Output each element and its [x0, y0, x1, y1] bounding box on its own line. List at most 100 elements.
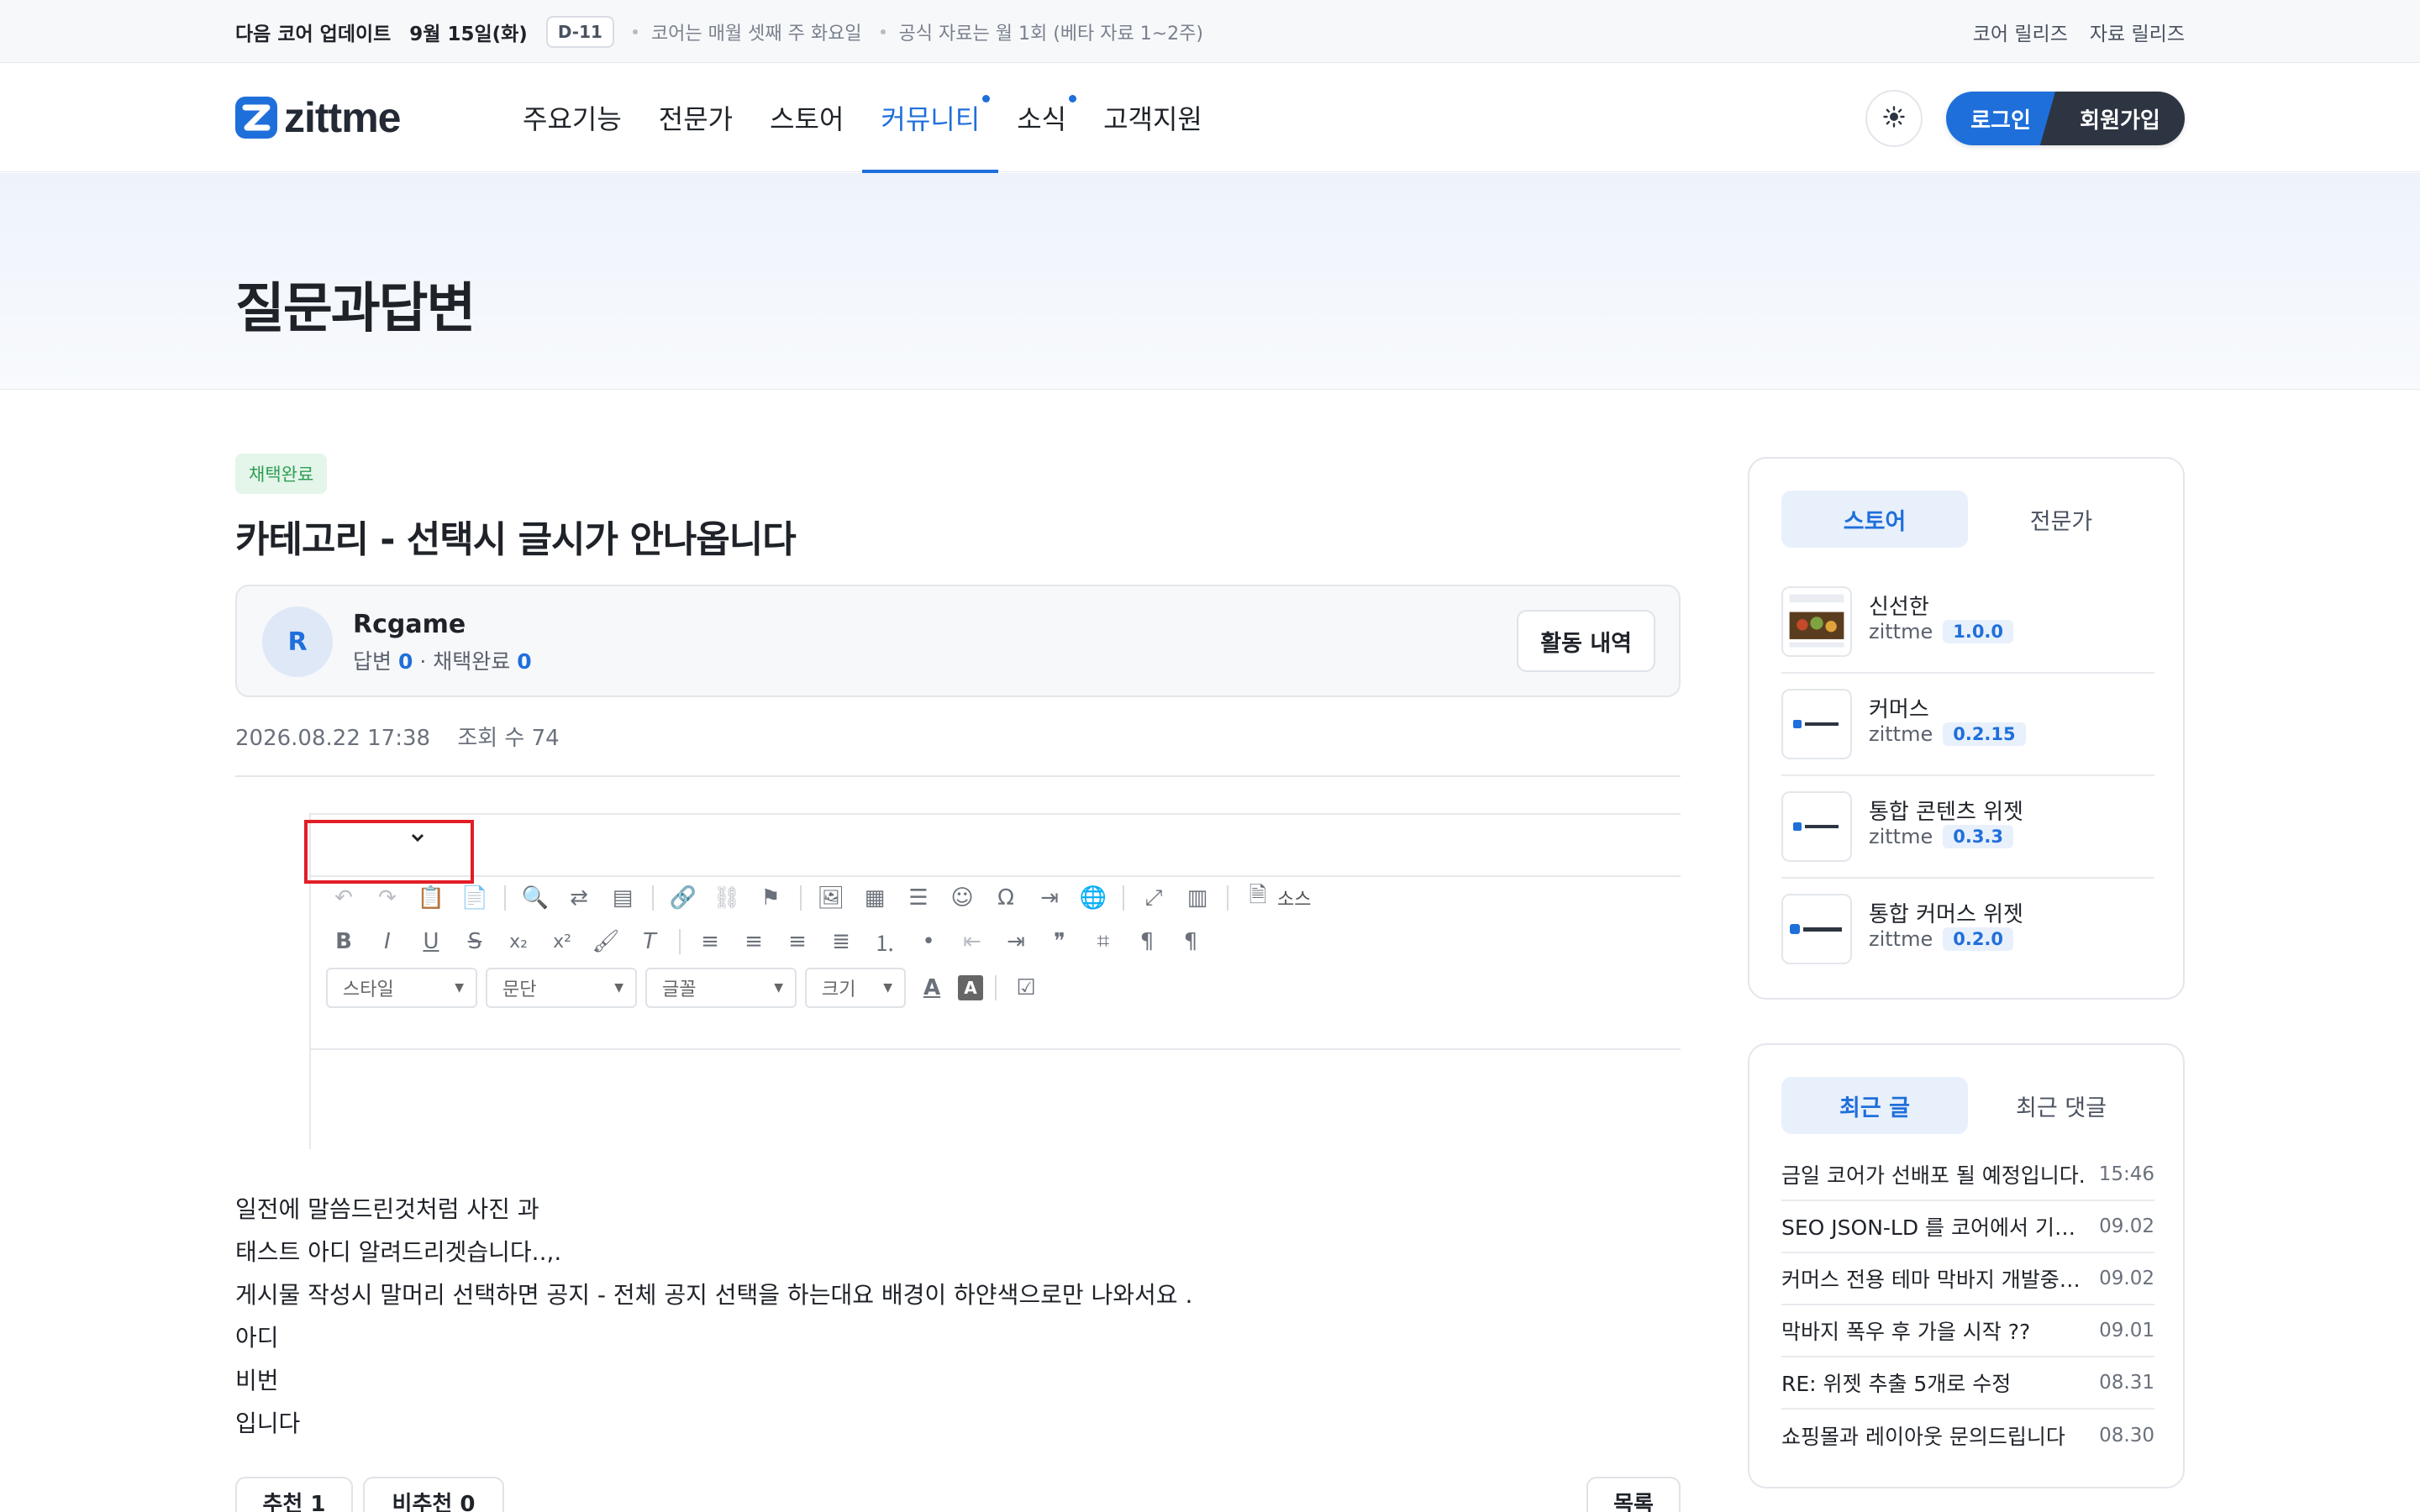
indent-icon: ⇥: [1007, 929, 1025, 954]
store-item[interactable]: 신선한 zittme 1.0.0: [1781, 571, 2154, 674]
list-item[interactable]: 쇼핑몰과 레이아웃 문의드립니다 08.30: [1781, 1410, 2154, 1462]
site-logo[interactable]: zittme: [235, 93, 401, 142]
nav-community[interactable]: 커뮤니티: [862, 63, 998, 173]
superscript-icon: x²: [553, 931, 571, 953]
logo-text: zittme: [284, 94, 401, 141]
list-item[interactable]: SEO JSON-LD 를 코어에서 기능 추가 09.02: [1781, 1201, 2154, 1253]
avatar[interactable]: R: [262, 606, 333, 677]
editor-toolbar-row-2: B I U S x₂ x² 🖌 T ≡ ≡ ≡ ≣ ⒈ • ⇤ ⇥ ❞ ⌗ ¶ …: [326, 924, 1208, 959]
page-title: 질문과답변: [235, 278, 476, 340]
format-painter-icon: 🖌: [592, 929, 620, 954]
body-line: 일전에 말씀드린것처럼 사진 과: [235, 1195, 539, 1223]
bullet-icon: [880, 29, 886, 34]
numbered-list-icon: ⒈: [873, 931, 896, 957]
update-label: 다음 코어 업데이트: [235, 23, 392, 45]
author-card: R Rcgame 답변 0 · 채택완료 0 활동 내역: [235, 585, 1681, 697]
store-item-author: zittme: [1869, 927, 1933, 951]
release-links: 코어 릴리즈 자료 릴리즈: [1973, 18, 2185, 46]
background-color-icon: A: [958, 975, 983, 1000]
align-right-icon: ≡: [788, 929, 807, 954]
store-tabs: 스토어 전문가: [1781, 491, 2154, 548]
clear-format-icon: T: [643, 929, 656, 954]
list-item[interactable]: RE: 위젯 추출 5개로 수정 08.31: [1781, 1357, 2154, 1410]
blockquote-icon: ❞: [1054, 929, 1065, 954]
logo-z-icon: [235, 93, 277, 142]
body-line: 입니다: [235, 1410, 301, 1437]
anchor-flag-icon: ⚑: [760, 885, 781, 911]
bold-icon: B: [335, 929, 352, 954]
vote-row: 추천 1 비추천 0 목록: [235, 1477, 1681, 1512]
outdent-icon: ⇤: [963, 929, 981, 954]
table-icon: ▦: [864, 885, 886, 911]
recent-post-date: 15:46: [2098, 1163, 2154, 1185]
update-note-core: 코어는 매월 셋째 주 화요일: [650, 23, 862, 45]
post-meta: 2026.08.22 17:38 조회 수 74: [235, 721, 560, 752]
auth-buttons: 로그인 회원가입: [1946, 92, 2185, 145]
nav-features[interactable]: 주요기능: [504, 63, 640, 172]
emoji-icon: ☺: [950, 885, 974, 911]
store-item-name: 신선한: [1869, 595, 1929, 620]
store-item[interactable]: 커머스 zittme 0.2.15: [1781, 674, 2154, 776]
editor-toolbar-row-3: 스타일 ▼ 문단 ▼ 글꼴 ▼ 크기 ▼ A A ☑: [326, 968, 1044, 1008]
tab-recent-comments[interactable]: 최근 댓글: [1968, 1077, 2154, 1134]
recent-post-title: RE: 위젯 추출 5개로 수정: [1781, 1372, 2012, 1396]
adopted-count: 0: [517, 649, 532, 674]
nav-experts[interactable]: 전문가: [640, 63, 751, 172]
login-button[interactable]: 로그인: [1946, 92, 2055, 145]
page-title-band: 질문과답변: [0, 173, 2420, 390]
view-count: 조회 수 74: [457, 726, 560, 751]
size-combo: 크기 ▼: [805, 968, 906, 1008]
recent-post-date: 08.31: [2099, 1372, 2154, 1394]
answer-count: 0: [397, 649, 413, 674]
recent-post-title: SEO JSON-LD 를 코어에서 기능 추가: [1781, 1215, 2092, 1240]
iframe-icon: 🌐: [1079, 885, 1107, 911]
resource-release-link[interactable]: 자료 릴리즈: [2090, 18, 2185, 46]
signup-button[interactable]: 회원가입: [2040, 92, 2185, 145]
store-item[interactable]: 통합 커머스 위젯 zittme 0.2.0: [1781, 879, 2154, 981]
list-button[interactable]: 목록: [1586, 1477, 1681, 1512]
paste-icon: 📋: [417, 885, 445, 911]
recent-card: 최근 글 최근 댓글 금일 코어가 선배포 될 예정입니다. 15:46 SEO…: [1748, 1043, 2185, 1488]
list-item[interactable]: 금일 코어가 선배포 될 예정입니다. 15:46: [1781, 1149, 2154, 1201]
store-item[interactable]: 통합 콘텐츠 위젯 zittme 0.3.3: [1781, 776, 2154, 879]
subscript-icon: x₂: [509, 931, 528, 953]
align-center-icon: ≡: [744, 929, 763, 954]
tab-store[interactable]: 스토어: [1781, 491, 1968, 548]
special-char-icon: Ω: [997, 885, 1014, 911]
post-title: 카테고리 - 선택시 글시가 안나옵니다: [235, 518, 797, 561]
adopted-badge: 채택완료: [235, 454, 328, 494]
recent-post-title: 쇼핑몰과 레이아웃 문의드립니다: [1781, 1425, 2065, 1449]
unlink-icon: ⛓: [713, 885, 741, 911]
nav-support[interactable]: 고객지원: [1085, 63, 1221, 172]
tab-experts[interactable]: 전문가: [1968, 491, 2154, 548]
store-card: 스토어 전문가 신선한 zittme1.0.0 커머스 zittme0.2.: [1748, 457, 2185, 1000]
core-release-link[interactable]: 코어 릴리즈: [1973, 18, 2068, 46]
search-icon: 🔍: [521, 885, 550, 911]
link-icon: 🔗: [669, 885, 697, 911]
update-notice-bar: 다음 코어 업데이트 9월 15일(화) D-11 코어는 매월 셋째 주 화요…: [0, 0, 2420, 63]
image-icon: 🖼: [817, 885, 845, 911]
bullet-icon: [632, 29, 638, 34]
list-item[interactable]: 커머스 전용 테마 막바지 개발중입니다 09.02: [1781, 1253, 2154, 1305]
author-name[interactable]: Rcgame: [353, 610, 466, 639]
version-badge: 0.3.3: [1943, 825, 2014, 848]
recent-post-title: 금일 코어가 선배포 될 예정입니다.: [1781, 1163, 2086, 1188]
highlight-box: [304, 820, 474, 884]
body-line: 태스트 아디 알려드리겟습니다..,.: [235, 1238, 562, 1266]
rtl-icon: ¶: [1183, 929, 1198, 954]
nav-store[interactable]: 스토어: [751, 63, 862, 172]
strike-icon: S: [467, 929, 482, 954]
unrecommend-button[interactable]: 비추천 0: [363, 1477, 504, 1512]
nav-news[interactable]: 소식: [998, 63, 1085, 172]
update-date: 9월 15일(화): [409, 23, 528, 45]
maximize-icon: ⤢: [1144, 885, 1163, 911]
page-break-icon: ⇥: [1040, 885, 1059, 911]
paste-text-icon: 📄: [460, 885, 489, 911]
tab-recent-posts[interactable]: 최근 글: [1781, 1077, 1968, 1134]
site-header: zittme 주요기능 전문가 스토어 커뮤니티 소식 고객지원 로그인 회원가…: [0, 63, 2420, 173]
list-item[interactable]: 막바지 폭우 후 가을 시작 ?? 09.01: [1781, 1305, 2154, 1357]
activity-history-button[interactable]: 활동 내역: [1517, 610, 1655, 672]
recommend-button[interactable]: 추천 1: [235, 1477, 353, 1512]
theme-thumbnail: [1781, 586, 1852, 657]
theme-toggle-button[interactable]: [1865, 90, 1923, 147]
